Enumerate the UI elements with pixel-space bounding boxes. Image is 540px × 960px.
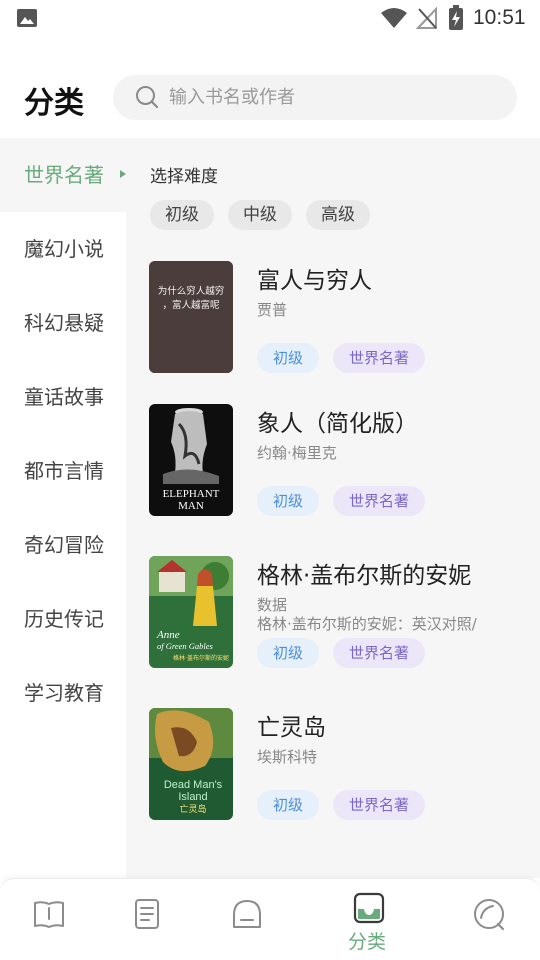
bookshelf-icon [233, 900, 261, 928]
inbox-icon [353, 892, 385, 924]
difficulty-label: 选择难度 [150, 167, 218, 187]
level-tag: 初级 [257, 638, 320, 668]
document-icon [135, 899, 159, 929]
sidebar-item-adventure[interactable]: 奇幻冒险 [0, 508, 126, 582]
search-input[interactable] [169, 75, 489, 120]
sidebar-item-label: 学习教育 [24, 681, 104, 705]
book-author: 贾普 [257, 301, 288, 319]
cover-text: of Green Gables [157, 641, 214, 651]
sidebar-item-urban-romance[interactable]: 都市言情 [0, 434, 126, 508]
book-tags: 初级 世界名著 [257, 343, 439, 373]
level-tag: 初级 [257, 790, 320, 820]
sidebar-item-education[interactable]: 学习教育 [0, 656, 126, 730]
genre-tag: 世界名著 [333, 343, 426, 373]
nav-category[interactable] [352, 891, 392, 931]
page-title: 分类 [24, 86, 84, 121]
difficulty-chip-intermediate[interactable]: 中级 [228, 200, 292, 230]
battery-icon [449, 5, 463, 30]
sidebar-item-label: 世界名著 [24, 163, 104, 187]
sidebar-item-label: 童话故事 [24, 385, 104, 409]
bottom-nav: 分类 [0, 878, 540, 960]
cover-text: 为什么穷人越穷 [158, 285, 225, 297]
genre-tag: 世界名著 [333, 486, 426, 516]
book-tags: 初级 世界名著 [257, 486, 439, 516]
sidebar-item-history-biography[interactable]: 历史传记 [0, 582, 126, 656]
difficulty-filter: 初级 中级 高级 [150, 200, 384, 230]
book-description: 格林·盖布尔斯的安妮：英汉对照/ [257, 615, 477, 633]
signal-icon [416, 6, 437, 29]
cover-text: Island [178, 791, 207, 803]
gallery-icon [17, 9, 37, 27]
book-item[interactable]: Dead Man's Island 亡灵岛 亡灵岛 埃斯科特 初级 世界名著 [149, 708, 529, 822]
book-title: 亡灵岛 [257, 715, 326, 741]
nav-reading[interactable] [32, 897, 72, 937]
sidebar-item-fantasy-novels[interactable]: 魔幻小说 [0, 212, 126, 286]
book-title: 象人（简化版） [257, 411, 418, 437]
nav-bookshelf[interactable] [230, 897, 270, 937]
sidebar-item-label: 魔幻小说 [24, 237, 104, 261]
difficulty-chip-beginner[interactable]: 初级 [150, 200, 214, 230]
book-cover[interactable]: ELEPHANT MAN [149, 404, 233, 516]
book-cover[interactable]: Dead Man's Island 亡灵岛 [149, 708, 233, 820]
sidebar-item-label: 都市言情 [24, 459, 104, 483]
book-cover[interactable]: Anne of Green Gables 格林·盖布尔斯的安妮 [149, 556, 233, 668]
genre-tag: 世界名著 [333, 638, 426, 668]
book-item[interactable]: ELEPHANT MAN 象人（简化版） 约翰·梅里克 初级 世界名著 [149, 404, 529, 518]
book-item[interactable]: 为什么穷人越穷 ，富人越富呢 富人与穷人 贾普 初级 世界名著 [149, 261, 529, 375]
book-cover[interactable]: 为什么穷人越穷 ，富人越富呢 [149, 261, 233, 373]
nav-category-label: 分类 [348, 931, 387, 953]
header: 分类 [0, 66, 540, 128]
book-title: 格林·盖布尔斯的安妮 [257, 563, 472, 589]
book-author: 数据 [257, 596, 288, 614]
status-bar: 10:51 [0, 0, 540, 38]
book-tags: 初级 世界名著 [257, 790, 439, 820]
level-tag: 初级 [257, 343, 320, 373]
cover-text: Dead Man's [164, 779, 223, 791]
sidebar-item-fairy-tales[interactable]: 童话故事 [0, 360, 126, 434]
book-title: 富人与穷人 [257, 268, 372, 294]
book-tags: 初级 世界名著 [257, 638, 439, 668]
level-tag: 初级 [257, 486, 320, 516]
cover-text: ，富人越富呢 [162, 299, 220, 311]
sidebar-item-label: 历史传记 [24, 607, 104, 631]
discover-icon [474, 899, 505, 931]
category-sidebar: 世界名著 魔幻小说 科幻悬疑 童话故事 都市言情 奇幻冒险 历史传记 学习教育 [0, 138, 126, 878]
genre-tag: 世界名著 [333, 790, 426, 820]
sidebar-item-scifi-mystery[interactable]: 科幻悬疑 [0, 286, 126, 360]
sidebar-item-world-classics[interactable]: 世界名著 [0, 138, 126, 212]
nav-notes[interactable] [130, 897, 170, 937]
cover-text: 亡灵岛 [179, 803, 206, 815]
sidebar-item-label: 奇幻冒险 [24, 533, 104, 557]
search-icon [136, 86, 159, 109]
book-author: 约翰·梅里克 [257, 444, 337, 462]
cover-text: Anne [156, 629, 180, 641]
status-time: 10:51 [473, 6, 526, 29]
cover-text: MAN [178, 500, 204, 512]
cover-text: 格林·盖布尔斯的安妮 [173, 654, 229, 662]
nav-discover[interactable] [472, 897, 512, 937]
difficulty-chip-advanced[interactable]: 高级 [306, 200, 370, 230]
wifi-icon [381, 8, 407, 28]
book-open-icon [34, 901, 64, 928]
cover-text: ELEPHANT [163, 488, 220, 500]
book-author: 埃斯科特 [257, 748, 318, 766]
book-list-panel: 选择难度 初级 中级 高级 为什么穷人越穷 ，富人越富呢 富人与穷人 贾普 初级… [126, 138, 540, 878]
sidebar-item-label: 科幻悬疑 [24, 311, 104, 335]
search-bar[interactable] [113, 75, 517, 120]
book-item[interactable]: Anne of Green Gables 格林·盖布尔斯的安妮 格林·盖布尔斯的… [149, 556, 529, 670]
